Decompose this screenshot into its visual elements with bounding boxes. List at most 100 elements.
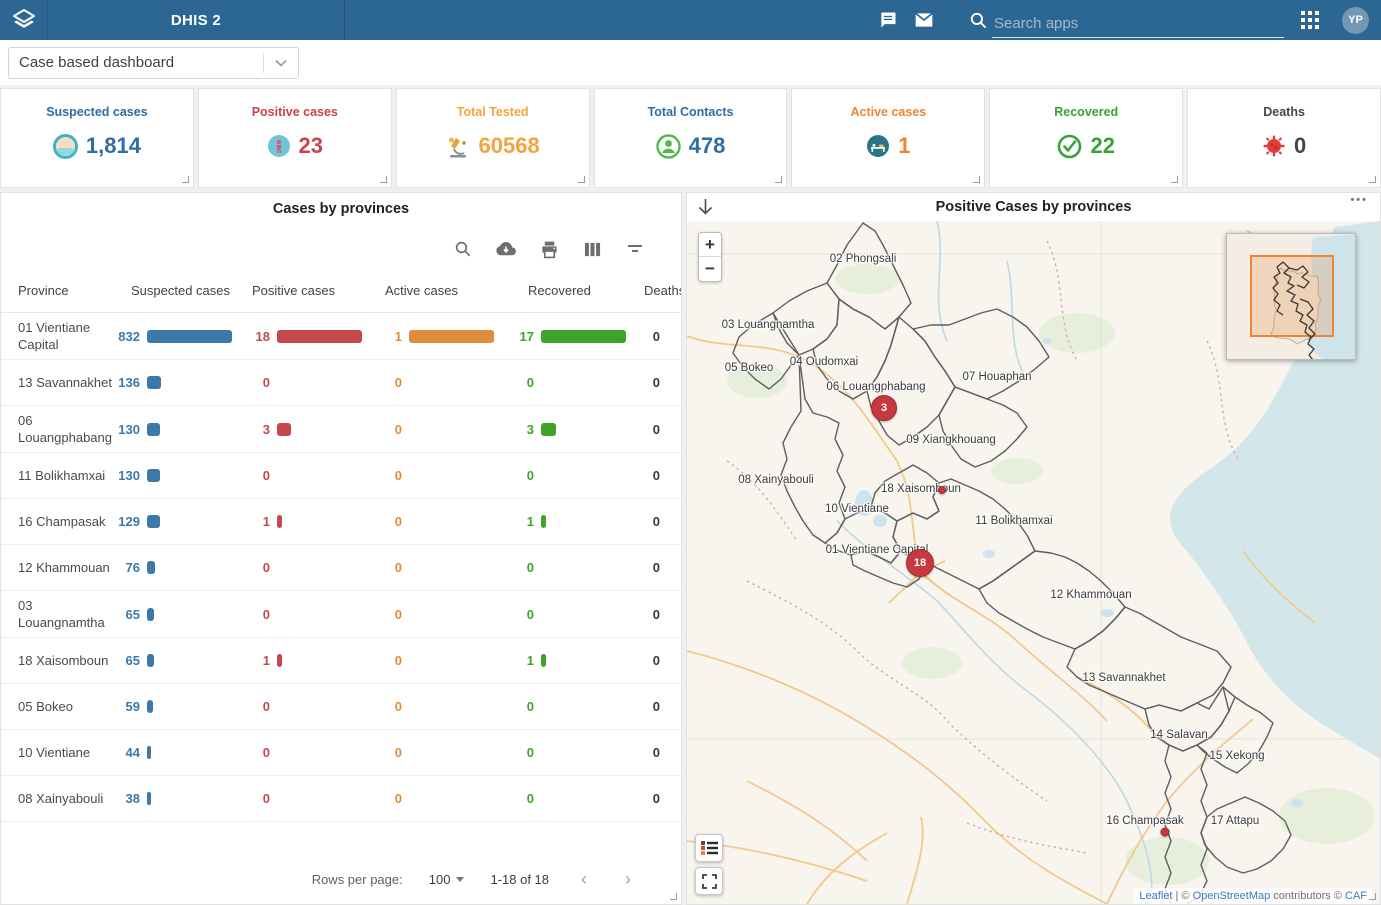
apps-grid-icon[interactable] — [1292, 2, 1328, 38]
card-resize-handle[interactable] — [380, 176, 387, 183]
more-options-icon[interactable]: ••• — [1350, 194, 1368, 206]
map-province-label: 17 Attapu — [1211, 815, 1260, 827]
stat-card-contacts[interactable]: Total Contacts 478 — [594, 88, 788, 188]
columns-icon[interactable] — [582, 239, 602, 259]
case-point-marker[interactable] — [1161, 828, 1170, 837]
province-name: 03 Louangnamtha — [1, 597, 114, 631]
column-header-suspected[interactable]: Suspected cases — [114, 283, 252, 298]
zoom-out-button[interactable]: − — [699, 257, 721, 281]
stat-card-tested[interactable]: Total Tested 60568 — [396, 88, 590, 188]
fullscreen-button[interactable] — [695, 867, 723, 895]
stat-card-deaths[interactable]: Deaths 0 — [1187, 88, 1381, 188]
province-name: 01 Vientiane Capital — [1, 319, 114, 353]
column-header-recovered[interactable]: Recovered — [516, 283, 642, 298]
dhis2-logo-icon[interactable] — [0, 0, 48, 40]
download-arrow-icon[interactable] — [697, 197, 714, 217]
stat-card-active[interactable]: Active cases 1 — [791, 88, 985, 188]
stat-cards-row: Suspected cases 1,814 Positive cases 23 … — [0, 88, 1381, 188]
app-header: DHIS 2 YP — [0, 0, 1381, 40]
map-province-label: 05 Bokeo — [725, 362, 774, 374]
map-province-label: 12 Khammouan — [1050, 589, 1131, 601]
stat-card-suspected[interactable]: Suspected cases 1,814 — [0, 88, 194, 188]
province-name: 16 Champasak — [1, 513, 114, 530]
table-row[interactable]: 16 Champasak1291010 — [1, 499, 682, 545]
value-bar — [147, 608, 154, 621]
column-header-province[interactable]: Province — [1, 282, 114, 299]
value-bar — [147, 469, 160, 482]
mail-icon[interactable] — [906, 2, 942, 38]
map-province-label: 14 Salavan — [1150, 729, 1208, 741]
card-value: 1,814 — [86, 133, 141, 159]
dashboard-bar: Case based dashboard — [0, 40, 1381, 85]
map-province-label: 18 Xaisomboun — [881, 483, 961, 495]
card-label: Recovered — [1054, 105, 1118, 119]
table-panel-title: Cases by provinces — [1, 193, 681, 217]
filter-icon[interactable] — [625, 239, 645, 259]
caf-link[interactable]: CAF — [1345, 890, 1367, 902]
map-attribution: Leaflet | © OpenStreetMap contributors ©… — [1134, 888, 1372, 904]
table-row[interactable]: 12 Khammouan760000 — [1, 545, 682, 591]
column-header-positive[interactable]: Positive cases — [252, 283, 384, 298]
next-page-button[interactable]: › — [619, 870, 637, 888]
map-canvas[interactable]: 02 Phongsali03 Louangnamtha05 Bokeo04 Ou… — [687, 221, 1380, 904]
case-point-marker[interactable] — [938, 486, 946, 494]
value-bar — [147, 746, 151, 759]
stat-card-recovered[interactable]: Recovered 22 — [989, 88, 1183, 188]
panel-resize-handle[interactable] — [1369, 893, 1376, 900]
table-row[interactable]: 11 Bolikhamxai1300000 — [1, 453, 682, 499]
card-resize-handle[interactable] — [1369, 176, 1376, 183]
stat-card-positive[interactable]: Positive cases 23 — [198, 88, 392, 188]
cases-table-panel: Cases by provinces Province Suspected ca… — [0, 192, 682, 905]
zoom-in-button[interactable]: + — [699, 233, 721, 257]
value-bar — [147, 561, 155, 574]
header-brand[interactable]: DHIS 2 — [0, 0, 345, 40]
search-apps-input[interactable] — [992, 12, 1284, 38]
column-header-deaths[interactable]: Deaths — [642, 283, 682, 298]
osm-link[interactable]: OpenStreetMap — [1193, 890, 1271, 902]
card-resize-handle[interactable] — [578, 176, 585, 183]
dashboard-select[interactable]: Case based dashboard — [8, 47, 299, 79]
value-bar — [147, 700, 153, 713]
value-bar — [409, 330, 494, 343]
map-province-label: 08 Xainyabouli — [738, 474, 813, 486]
column-header-active[interactable]: Active cases — [384, 283, 516, 298]
search-icon[interactable] — [964, 2, 992, 38]
previous-page-button[interactable]: ‹ — [575, 870, 593, 888]
map-province-label: 13 Savannakhet — [1082, 672, 1165, 684]
layers-list-button[interactable] — [695, 834, 723, 862]
table-row[interactable]: 03 Louangnamtha650000 — [1, 591, 682, 638]
table-row[interactable]: 18 Xaisomboun651010 — [1, 638, 682, 684]
value-bar — [147, 423, 160, 436]
table-row[interactable]: 13 Savannakhet1360000 — [1, 360, 682, 406]
messages-icon[interactable] — [870, 2, 906, 38]
download-icon[interactable] — [496, 239, 516, 259]
card-value: 1 — [898, 133, 910, 159]
table-row[interactable]: 01 Vientiane Capital832181170 — [1, 313, 682, 360]
patient-bed-icon — [866, 134, 890, 158]
user-avatar[interactable]: YP — [1342, 7, 1369, 34]
print-icon[interactable] — [539, 239, 559, 259]
table-row[interactable]: 06 Louangphabang1303030 — [1, 406, 682, 453]
value-bar — [147, 654, 154, 667]
table-row[interactable]: 05 Bokeo590000 — [1, 684, 682, 730]
case-cluster-marker[interactable]: 3 — [871, 395, 897, 421]
card-resize-handle[interactable] — [182, 176, 189, 183]
leaflet-link[interactable]: Leaflet — [1139, 890, 1172, 902]
table-row[interactable]: 10 Vientiane440000 — [1, 730, 682, 776]
province-name: 05 Bokeo — [1, 698, 114, 715]
rows-per-page-select[interactable]: 100 — [429, 872, 465, 887]
panel-resize-handle[interactable] — [670, 893, 677, 900]
case-cluster-marker[interactable]: 18 — [906, 549, 934, 577]
chevron-down-icon[interactable] — [264, 59, 298, 67]
table-search-icon[interactable] — [453, 239, 473, 259]
table-pagination: Rows per page: 100 1-18 of 18 ‹ › — [1, 856, 681, 904]
table-row[interactable]: 08 Xainyabouli380000 — [1, 776, 682, 822]
table-body: 01 Vientiane Capital83218117013 Savannak… — [1, 313, 682, 822]
table-header-row: Province Suspected cases Positive cases … — [1, 269, 682, 313]
card-resize-handle[interactable] — [775, 176, 782, 183]
card-resize-handle[interactable] — [1171, 176, 1178, 183]
value-bar — [147, 376, 161, 389]
overview-minimap[interactable] — [1226, 233, 1356, 360]
province-name: 10 Vientiane — [1, 744, 114, 761]
card-resize-handle[interactable] — [973, 176, 980, 183]
